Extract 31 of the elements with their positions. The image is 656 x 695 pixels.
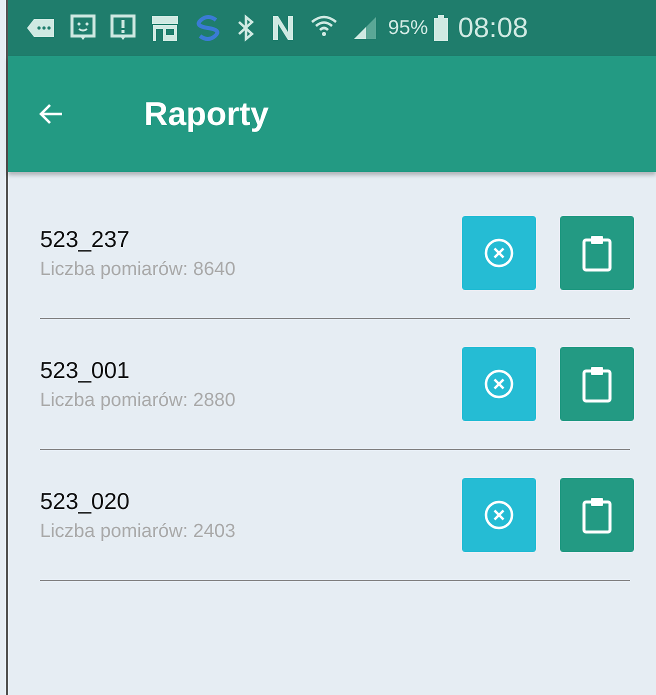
store-icon — [150, 14, 180, 42]
cancel-icon — [483, 237, 515, 269]
clock-time: 08:08 — [458, 12, 528, 44]
measurement-count: Liczba pomiarów: 8640 — [40, 258, 236, 280]
report-name: 523_237 — [40, 226, 131, 252]
cancel-icon — [483, 368, 515, 400]
clipboard-icon — [582, 496, 612, 534]
clipboard-icon — [582, 365, 612, 403]
measurement-count: Liczba pomiarów: 2403 — [40, 520, 236, 542]
report-button[interactable] — [560, 347, 634, 421]
measurement-count: Liczba pomiarów: 2880 — [40, 390, 236, 412]
smiley-message-icon — [70, 14, 96, 42]
battery-icon — [434, 15, 448, 41]
screen-title: Raporty — [144, 95, 269, 133]
report-name: 523_020 — [40, 488, 131, 514]
back-button[interactable] — [38, 102, 64, 126]
battery-percentage: 95% — [388, 16, 428, 40]
delete-button[interactable] — [462, 216, 536, 290]
delete-button[interactable] — [462, 478, 536, 552]
signal-icon — [352, 15, 378, 41]
tag-icon — [26, 16, 56, 40]
bluetooth-icon — [236, 14, 256, 42]
cancel-icon — [483, 499, 515, 531]
s-logo-icon — [194, 14, 222, 42]
alert-message-icon — [110, 14, 136, 42]
report-button[interactable] — [560, 216, 634, 290]
nfc-icon — [270, 14, 296, 42]
clipboard-icon — [582, 234, 612, 272]
delete-button[interactable] — [462, 347, 536, 421]
report-button[interactable] — [560, 478, 634, 552]
report-name: 523_001 — [40, 356, 131, 384]
